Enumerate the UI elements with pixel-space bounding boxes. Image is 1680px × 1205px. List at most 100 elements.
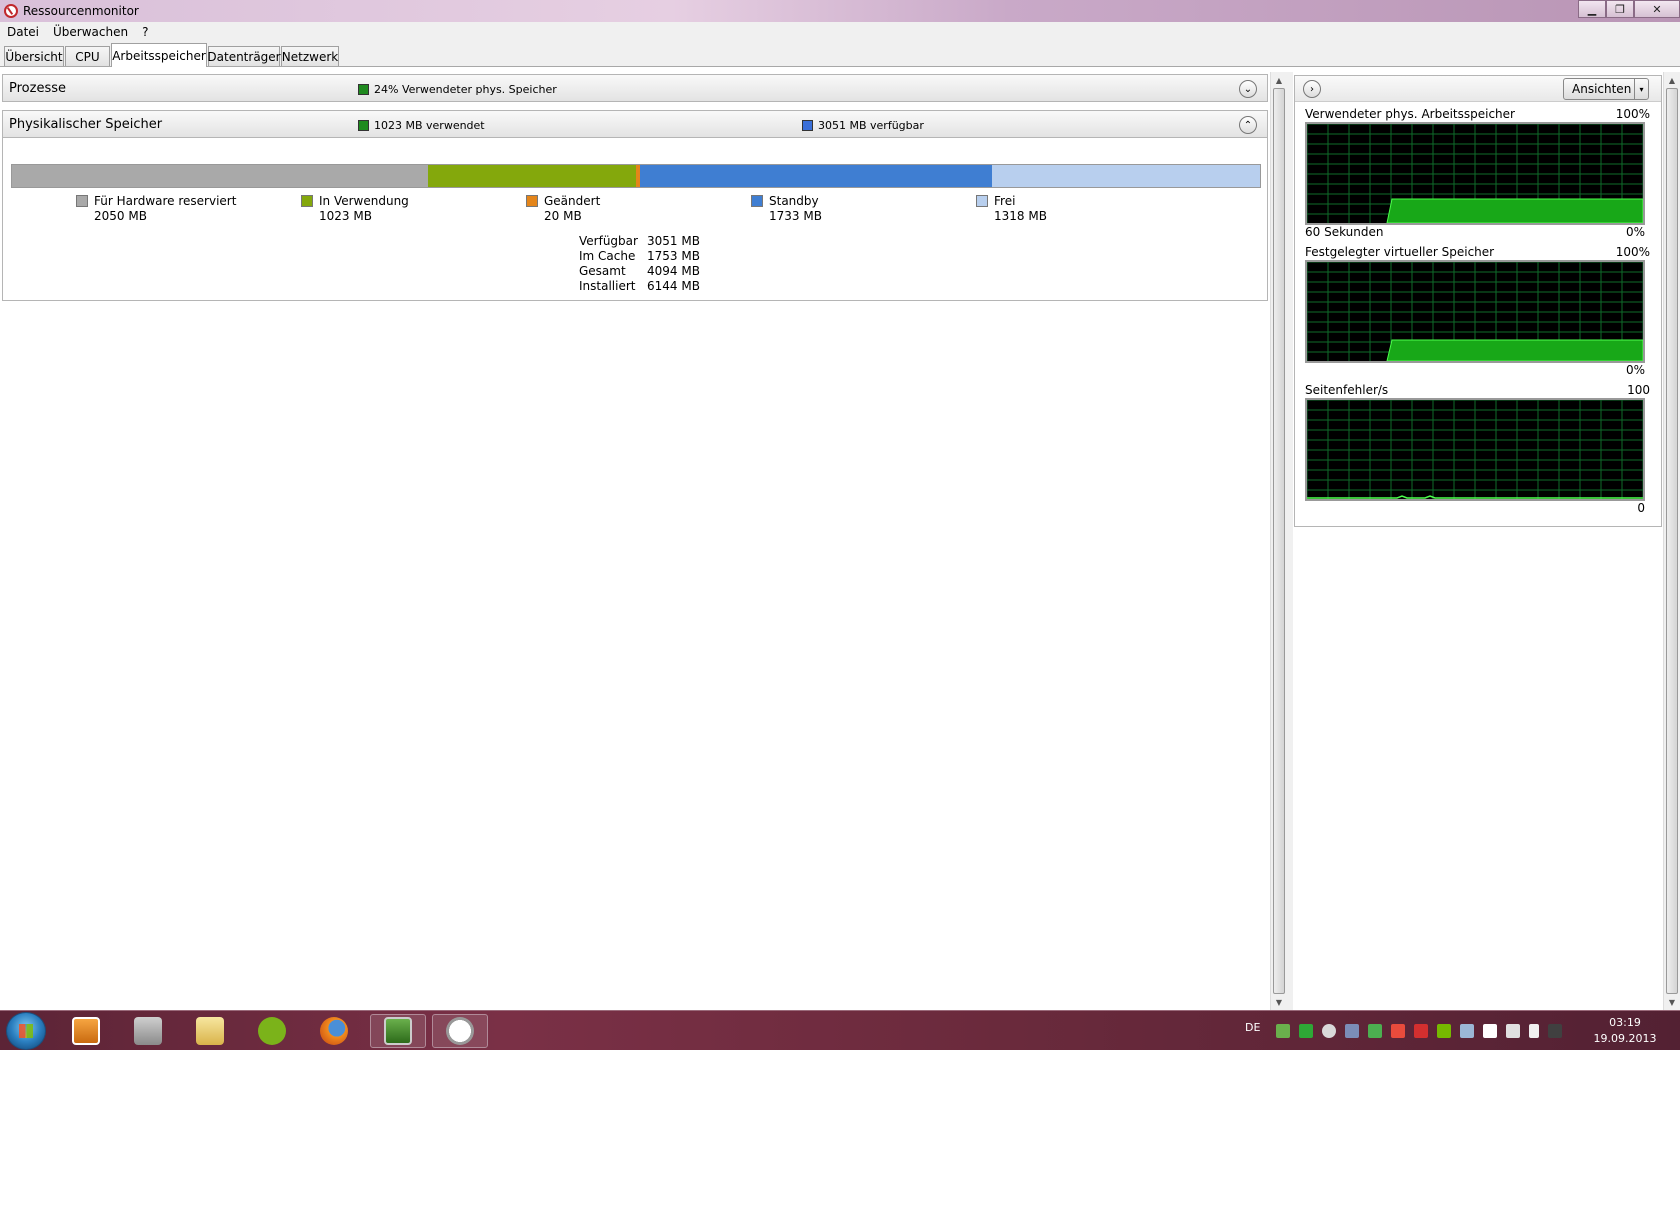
scroll-thumb[interactable] xyxy=(1273,88,1285,994)
graph-max: 100 xyxy=(1627,383,1650,397)
scroll-up-icon[interactable]: ▲ xyxy=(1271,72,1287,88)
legend-standby: Standby 1733 MB xyxy=(751,194,822,223)
graph-page-faults: Seitenfehler/s 100 0 xyxy=(1305,383,1650,516)
physical-avail-stat: 3051 MB verfügbar xyxy=(802,119,924,132)
graph-min: 0 xyxy=(1637,501,1645,515)
legend-label: Für Hardware reserviert xyxy=(94,194,237,208)
tray-flag-icon[interactable] xyxy=(1483,1024,1498,1038)
jve-icon[interactable] xyxy=(120,1014,176,1048)
tab-netzwerk[interactable]: Netzwerk xyxy=(281,46,339,66)
tray-volume-icon[interactable] xyxy=(1529,1024,1540,1038)
pane-splitter[interactable] xyxy=(1287,72,1293,1010)
window-title: Ressourcenmonitor xyxy=(23,4,139,18)
tab-cpu[interactable]: CPU xyxy=(65,46,110,66)
memory-bar-segment xyxy=(428,165,637,187)
graph-panel: › Ansichten ▾ Verwendeter phys. Arbeitss… xyxy=(1294,75,1662,527)
dropdown-arrow-icon[interactable]: ▾ xyxy=(1634,79,1648,99)
physical-memory-section-header[interactable]: Physikalischer Speicher 1023 MB verwende… xyxy=(2,110,1268,138)
taskbar: DE 03:19 19.09.2013 xyxy=(0,1010,1680,1050)
tab-datentraeger[interactable]: Datenträger xyxy=(207,46,281,66)
menu-help[interactable]: ? xyxy=(142,25,148,39)
clock-time: 03:19 xyxy=(1609,1016,1641,1029)
graph-canvas xyxy=(1305,260,1645,363)
expand-chevron-icon[interactable]: ⌄ xyxy=(1239,80,1257,98)
scroll-up-icon[interactable]: ▲ xyxy=(1664,72,1680,88)
main-scrollbar[interactable]: ▲ ▼ xyxy=(1270,72,1287,1010)
firefox-icon[interactable] xyxy=(306,1014,362,1048)
summary-key: Verfügbar xyxy=(579,234,638,248)
legend-label: Frei xyxy=(994,194,1016,208)
green-swatch-icon xyxy=(358,84,369,95)
spotify-icon[interactable] xyxy=(244,1014,300,1048)
green-swatch-icon xyxy=(358,120,369,131)
blue-swatch-icon xyxy=(751,195,763,207)
green-swatch-icon xyxy=(301,195,313,207)
menu-ueberwachen[interactable]: Überwachen xyxy=(53,25,128,39)
tray-green-square-icon[interactable] xyxy=(1299,1024,1314,1038)
memory-summary: Verfügbar 3051 MB Im Cache 1753 MB Gesamt 4… xyxy=(579,234,700,294)
graph-min: 0% xyxy=(1625,225,1645,239)
physical-used-stat: 1023 MB verwendet xyxy=(358,119,485,132)
legend-label: Geändert xyxy=(544,194,601,208)
light-blue-swatch-icon xyxy=(976,195,988,207)
processes-label: Prozesse xyxy=(9,81,66,96)
graph-trace xyxy=(1386,339,1643,361)
resource-monitor-task-icon[interactable] xyxy=(370,1014,426,1048)
legend-hardware-reserved: Für Hardware reserviert 2050 MB xyxy=(76,194,236,223)
tray-monitor-icon[interactable] xyxy=(1548,1024,1563,1038)
tray-nvidia-icon[interactable] xyxy=(1437,1024,1452,1038)
processes-stat-text: 24% Verwendeter phys. Speicher xyxy=(374,83,557,96)
graph-canvas xyxy=(1305,122,1645,225)
summary-value: 6144 MB xyxy=(647,279,700,293)
tray-network-icon[interactable] xyxy=(1506,1024,1521,1038)
close-button[interactable]: ✕ xyxy=(1634,0,1680,18)
legend-value: 20 MB xyxy=(544,209,582,223)
graph-scrollbar[interactable]: ▲ ▼ xyxy=(1663,72,1680,1010)
memory-bar-segment xyxy=(12,165,429,187)
legend-value: 2050 MB xyxy=(94,209,147,223)
graph-trace xyxy=(1386,198,1643,223)
blue-swatch-icon xyxy=(802,120,813,131)
tray-antivirus-icon[interactable] xyxy=(1414,1024,1429,1038)
views-button[interactable]: Ansichten ▾ xyxy=(1563,78,1649,100)
views-label: Ansichten xyxy=(1572,82,1632,96)
tray-h-icon[interactable] xyxy=(1368,1024,1383,1038)
tab-arbeitsspeicher[interactable]: Arbeitsspeicher xyxy=(111,43,207,67)
memory-bar-segment xyxy=(640,165,993,187)
legend-in-use: In Verwendung 1023 MB xyxy=(301,194,409,223)
clock-gadget-icon[interactable] xyxy=(432,1014,488,1048)
tray-settings-icon[interactable] xyxy=(1460,1024,1475,1038)
summary-key: Installiert xyxy=(579,279,636,293)
minimize-button[interactable]: ▁ xyxy=(1578,0,1606,18)
summary-key: Im Cache xyxy=(579,249,636,263)
media-player-icon[interactable] xyxy=(58,1014,114,1048)
scroll-down-icon[interactable]: ▼ xyxy=(1271,994,1287,1010)
legend-label: In Verwendung xyxy=(319,194,409,208)
tray-gear-icon[interactable] xyxy=(1322,1024,1337,1038)
scroll-thumb[interactable] xyxy=(1666,88,1678,994)
expand-arrow-icon[interactable]: › xyxy=(1303,80,1321,98)
legend-value: 1733 MB xyxy=(769,209,822,223)
graph-canvas xyxy=(1305,398,1645,501)
summary-value: 4094 MB xyxy=(647,264,700,278)
collapse-chevron-icon[interactable]: ⌃ xyxy=(1239,116,1257,134)
taskbar-clock[interactable]: 03:19 19.09.2013 xyxy=(1590,1015,1660,1047)
explorer-icon[interactable] xyxy=(182,1014,238,1048)
menu-datei[interactable]: Datei xyxy=(7,25,39,39)
legend-value: 1318 MB xyxy=(994,209,1047,223)
processes-stat: 24% Verwendeter phys. Speicher xyxy=(358,83,557,96)
processes-section-header[interactable]: Prozesse 24% Verwendeter phys. Speicher … xyxy=(2,74,1268,102)
scroll-down-icon[interactable]: ▼ xyxy=(1664,994,1680,1010)
legend-modified: Geändert 20 MB xyxy=(526,194,600,223)
graph-max: 100% xyxy=(1615,245,1650,259)
tray-network-tool-icon[interactable] xyxy=(1276,1024,1291,1038)
start-button-icon[interactable] xyxy=(6,1012,46,1050)
tab-uebersicht[interactable]: Übersicht xyxy=(4,46,64,66)
tray-device-icon[interactable] xyxy=(1345,1024,1360,1038)
maximize-button[interactable]: ❐ xyxy=(1606,0,1634,18)
language-indicator[interactable]: DE xyxy=(1245,1021,1260,1034)
graph-panel-toolbar: › Ansichten ▾ xyxy=(1295,76,1661,102)
physical-avail-text: 3051 MB verfügbar xyxy=(818,119,924,132)
legend-value: 1023 MB xyxy=(319,209,372,223)
tray-sound-alert-icon[interactable] xyxy=(1391,1024,1406,1038)
